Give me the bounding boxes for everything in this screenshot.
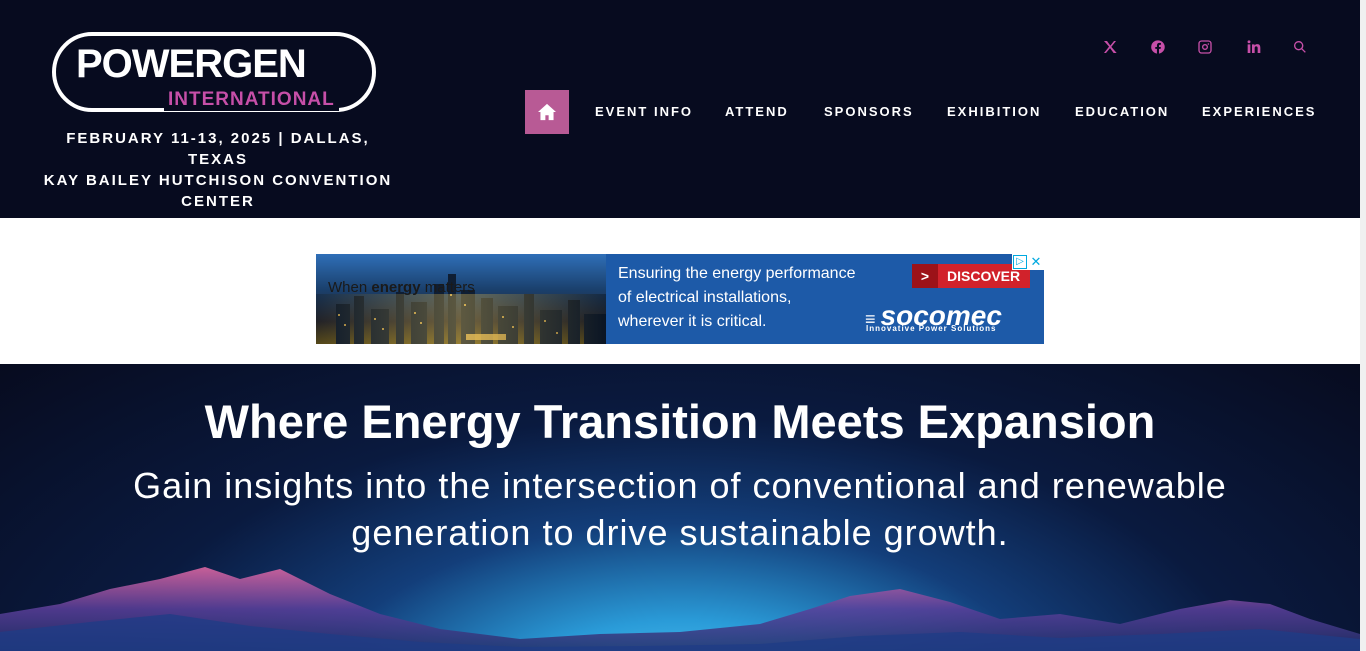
nav-education[interactable]: EDUCATION [1075,102,1169,122]
ad-choices: ▷ ✕ [1012,254,1044,270]
adchoices-icon[interactable]: ▷ [1013,255,1027,269]
nav-experiences[interactable]: EXPERIENCES [1202,102,1316,122]
ad-copy-line: Ensuring the energy performance [618,265,856,282]
event-venue: KAY BAILEY HUTCHISON CONVENTION CENTER [43,172,393,210]
ad-cta-label: DISCOVER [947,268,1021,284]
hero-subtitle: Gain insights into the intersection of c… [133,465,1227,553]
site-header: POWERGEN INTERNATIONAL FEBRUARY 11-13, 2… [0,0,1360,218]
event-dates-location: FEBRUARY 11-13, 2025 | DALLAS, TEXAS [66,130,370,168]
powergen-logo[interactable]: POWERGEN INTERNATIONAL [52,32,376,112]
ad-tagline: When energy matters [328,279,475,296]
nav-event-info[interactable]: EVENT INFO [595,102,693,122]
ad-copy-line: wherever it is critical. [618,313,767,330]
ad-arrow-icon: > [912,264,938,288]
logo-sub-text: INTERNATIONAL [164,89,339,111]
socomec-tagline: Innovative Power Solutions [866,324,997,333]
search-icon[interactable] [1289,36,1311,58]
home-icon [538,103,556,121]
nav-exhibition[interactable]: EXHIBITION [947,102,1041,122]
nav-sponsors[interactable]: SPONSORS [824,102,914,122]
hero-section: Where Energy Transition Meets Expansion … [0,364,1360,651]
home-button[interactable] [525,90,569,134]
ad-close-icon[interactable]: ✕ [1029,255,1043,269]
logo-main-text: POWERGEN [76,42,307,86]
linkedin-icon[interactable] [1242,36,1264,58]
instagram-icon[interactable] [1194,36,1216,58]
ad-city-glow [316,294,606,344]
facebook-icon[interactable] [1147,36,1169,58]
scrollbar[interactable] [1360,0,1366,651]
social-links [1096,36,1316,58]
event-details: FEBRUARY 11-13, 2025 | DALLAS, TEXAS KAY… [36,128,400,212]
ad-city-image: When energy matters [316,254,606,344]
nav-attend[interactable]: ATTEND [725,102,789,122]
banner-ad[interactable]: When energy matters Ensuring the energy … [316,254,1044,344]
hero-title: Where Energy Transition Meets Expansion [204,395,1156,448]
ad-copy: Ensuring the energy performance of elect… [618,262,888,334]
ad-copy-line: of electrical installations, [618,289,792,306]
x-icon[interactable] [1099,36,1121,58]
